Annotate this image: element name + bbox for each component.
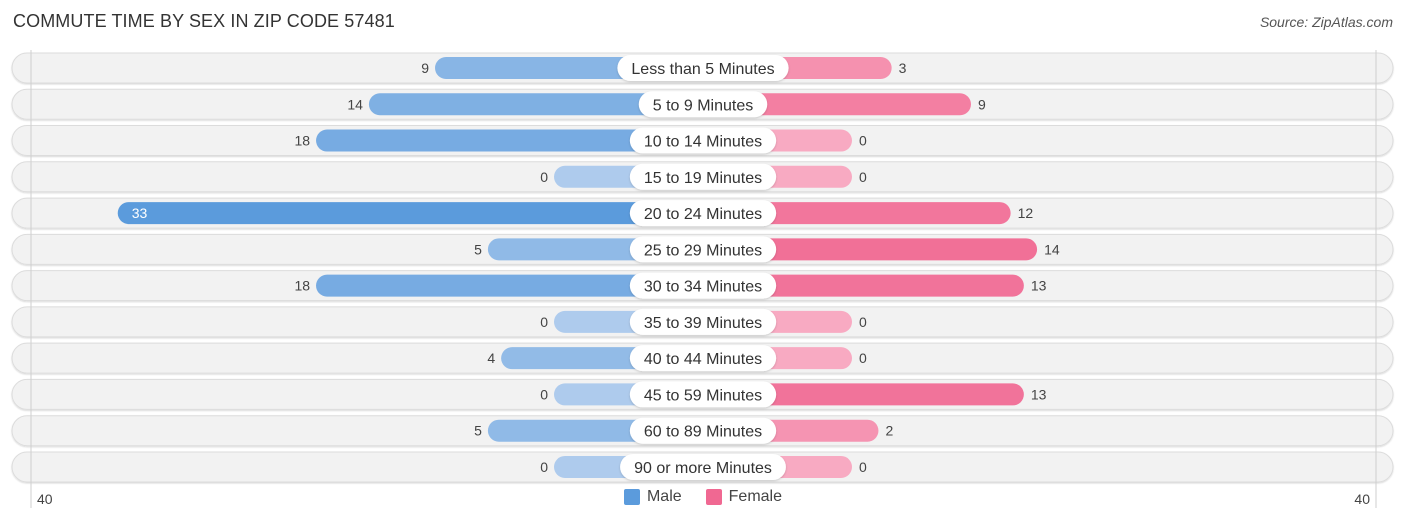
value-label-male: 0 xyxy=(540,386,548,402)
chart-row: 14 9 5 to 9 Minutes xyxy=(347,91,986,118)
legend-label-male: Male xyxy=(646,488,682,505)
chart-row: 18 13 30 to 34 Minutes xyxy=(294,272,1047,299)
value-label-male: 4 xyxy=(487,350,495,366)
value-label-male: 0 xyxy=(540,169,548,185)
chart-row: 0 0 90 or more Minutes xyxy=(540,453,867,480)
bar-male[interactable] xyxy=(117,202,704,225)
value-label-female: 3 xyxy=(899,60,907,76)
value-label-female: 13 xyxy=(1031,386,1047,402)
legend-item-male[interactable]: Male xyxy=(623,488,682,506)
value-label-female: 13 xyxy=(1031,278,1047,294)
legend: Male Female xyxy=(0,488,1406,506)
category-label: Less than 5 Minutes xyxy=(631,61,774,78)
chart-row: 5 2 60 to 89 Minutes xyxy=(474,417,893,444)
value-label-female: 12 xyxy=(1018,205,1034,221)
chart-row: 5 14 25 to 29 Minutes xyxy=(474,236,1060,263)
legend-swatch-male xyxy=(623,489,640,505)
category-label: 60 to 89 Minutes xyxy=(644,424,762,441)
value-label-female: 0 xyxy=(859,133,867,149)
value-label-male: 5 xyxy=(474,241,482,257)
category-label: 15 to 19 Minutes xyxy=(644,170,762,187)
chart-row: 33 12 20 to 24 Minutes xyxy=(117,200,1034,227)
category-label: 10 to 14 Minutes xyxy=(644,134,762,151)
chart-row: 0 0 15 to 19 Minutes xyxy=(540,163,867,190)
chart-svg: 9 3 Less than 5 Minutes 14 9 5 to 9 Minutes 18… xyxy=(11,50,1394,508)
value-label-female: 0 xyxy=(859,314,867,330)
value-label-female: 0 xyxy=(859,169,867,185)
category-label: 5 to 9 Minutes xyxy=(653,97,754,114)
value-label-male: 18 xyxy=(294,133,310,149)
value-label-male: 18 xyxy=(294,278,310,294)
value-label-female: 0 xyxy=(859,350,867,366)
legend-item-female[interactable]: Female xyxy=(705,488,783,506)
chart-row: 0 0 35 to 39 Minutes xyxy=(540,308,867,335)
category-label: 90 or more Minutes xyxy=(634,460,772,477)
value-label-female: 0 xyxy=(859,459,867,475)
value-label-female: 2 xyxy=(885,423,893,439)
legend-swatch-female xyxy=(705,489,722,505)
value-label-male: 0 xyxy=(540,459,548,475)
category-label: 45 to 59 Minutes xyxy=(644,387,762,404)
category-label: 40 to 44 Minutes xyxy=(644,351,762,368)
value-label-male: 5 xyxy=(474,423,482,439)
category-label: 35 to 39 Minutes xyxy=(644,315,762,332)
chart-row: 0 13 45 to 59 Minutes xyxy=(540,381,1047,408)
value-label-female: 9 xyxy=(978,96,986,112)
chart-row: 4 0 40 to 44 Minutes xyxy=(487,345,867,372)
value-label-male: 0 xyxy=(540,314,548,330)
row-tracks xyxy=(11,52,1394,483)
chart-row: 9 3 Less than 5 Minutes xyxy=(421,55,907,81)
category-label: 25 to 29 Minutes xyxy=(644,242,762,259)
value-label-male: 9 xyxy=(421,60,429,76)
legend-label-female: Female xyxy=(728,488,783,505)
value-label-female: 14 xyxy=(1044,241,1060,257)
value-label-male: 33 xyxy=(132,205,148,221)
category-label: 20 to 24 Minutes xyxy=(644,206,762,223)
value-label-male: 14 xyxy=(347,96,363,112)
category-label: 30 to 34 Minutes xyxy=(644,279,762,296)
chart-row: 18 0 10 to 14 Minutes xyxy=(294,127,867,154)
